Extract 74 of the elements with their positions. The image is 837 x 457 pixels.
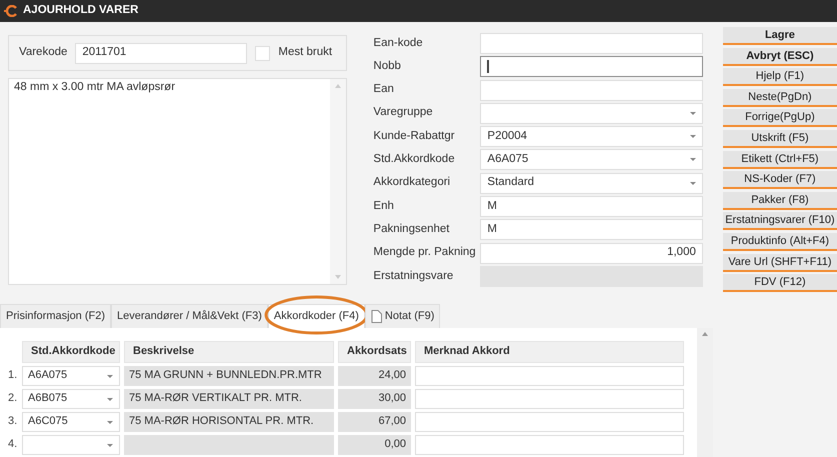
dropdown-arrow-icon[interactable] (107, 444, 113, 447)
button[interactable]: Avbryt (ESC) (722, 48, 837, 66)
column-header: Std.Akkordkode (22, 341, 120, 363)
input-field[interactable]: M (480, 196, 703, 218)
dropdown-arrow-icon[interactable] (107, 375, 113, 378)
checkbox-label: Mest brukt (278, 46, 332, 60)
document-icon (370, 310, 382, 323)
checkbox[interactable] (255, 46, 270, 60)
row-number: 3. (8, 415, 18, 429)
tab[interactable]: Akkordkoder (F4) (268, 304, 365, 328)
dropdown-arrow-icon[interactable] (690, 182, 696, 185)
field-label: Varegruppe (373, 106, 434, 120)
dropdown[interactable]: P20004 (480, 126, 703, 148)
dropdown-arrow-icon[interactable] (107, 421, 113, 424)
button[interactable]: Etikett (Ctrl+F5) (722, 150, 837, 169)
window-title: AJOURHOLD VARER (23, 4, 138, 18)
field-label: Mengde pr. Pakning (373, 246, 477, 260)
field-label: Nobb (373, 60, 402, 74)
dropdown[interactable]: A6C075 (22, 412, 120, 432)
description-text: 48 mm x 3.00 mtr MA avløpsrør (13, 80, 176, 95)
table-cell: 0,00 (338, 435, 411, 455)
input-field[interactable] (480, 56, 703, 78)
column-header: Akkordsats (338, 341, 411, 363)
row-number: 4. (8, 438, 18, 452)
dropdown[interactable]: A6B075 (22, 389, 120, 409)
button[interactable]: Forrige(PgUp) (722, 109, 837, 128)
field-label: Erstatningsvare (373, 270, 454, 284)
input-field[interactable]: M (480, 219, 703, 240)
field-label: Ean (373, 83, 395, 97)
scroll-down-icon[interactable] (335, 275, 342, 279)
field-label: Std.Akkordkode (373, 153, 456, 167)
tab[interactable]: Prisinformasjon (F2) (0, 304, 112, 328)
field-label: Pakningsenhet (373, 222, 450, 237)
field-label: Ean-kode (373, 36, 424, 50)
tab[interactable]: Notat (F9) (364, 304, 440, 328)
item-code-field[interactable]: 2011701 (75, 42, 248, 64)
dropdown-arrow-icon[interactable] (690, 135, 696, 138)
input-field[interactable]: 1,000 (480, 242, 703, 264)
scrollbar[interactable] (330, 79, 346, 284)
app-logo-icon (4, 5, 18, 17)
button[interactable]: Vare Url (SHFT+F11) (722, 254, 837, 272)
button[interactable]: Erstatningsvarer (F10) (722, 212, 837, 230)
table-cell: 75 MA-RØR HORISONTAL PR. MTR. (124, 412, 334, 432)
button[interactable]: NS-Koder (F7) (722, 171, 837, 190)
tab[interactable]: Leverandører / Mål&Vekt (F3) (111, 304, 268, 328)
row-number: 2. (8, 392, 18, 406)
dropdown[interactable]: Standard (480, 172, 703, 194)
dropdown[interactable]: A6A075 (22, 366, 120, 386)
table-cell: 30,00 (338, 389, 411, 409)
dropdown-arrow-icon[interactable] (107, 398, 113, 401)
button[interactable]: Lagre (722, 27, 837, 45)
scroll-up-icon[interactable] (702, 332, 708, 336)
button[interactable]: FDV (F12) (722, 274, 837, 292)
row-number: 1. (8, 369, 18, 383)
button[interactable]: Pakker (F8) (722, 192, 837, 210)
table-cell: 67,00 (338, 412, 411, 432)
table-cell: 75 MA-RØR VERTIKALT PR. MTR. (124, 389, 334, 409)
button[interactable]: Neste(PgDn) (722, 88, 837, 107)
table-cell: 75 MA GRUNN + BUNNLEDN.PR.MTR (124, 366, 334, 386)
column-header: Beskrivelse (124, 341, 334, 363)
scroll-up-icon[interactable] (335, 84, 342, 88)
button[interactable]: Hjelp (F1) (722, 68, 837, 86)
dropdown-arrow-icon[interactable] (690, 112, 696, 115)
field-label: Kunde-Rabattgr (373, 130, 456, 144)
description-field[interactable]: 48 mm x 3.00 mtr MA avløpsrør (8, 78, 348, 285)
field-label: Enh (373, 200, 395, 214)
button[interactable]: Utskrift (F5) (722, 130, 837, 148)
column-header: Merknad Akkord (415, 341, 684, 363)
field-label: Akkordkategori (373, 176, 452, 190)
field-label: Varekode (19, 46, 68, 60)
button[interactable]: Produktinfo (Alt+F4) (722, 232, 837, 251)
dropdown[interactable]: A6A075 (480, 149, 703, 170)
table-cell: 24,00 (338, 366, 411, 386)
dropdown-arrow-icon[interactable] (690, 158, 696, 162)
